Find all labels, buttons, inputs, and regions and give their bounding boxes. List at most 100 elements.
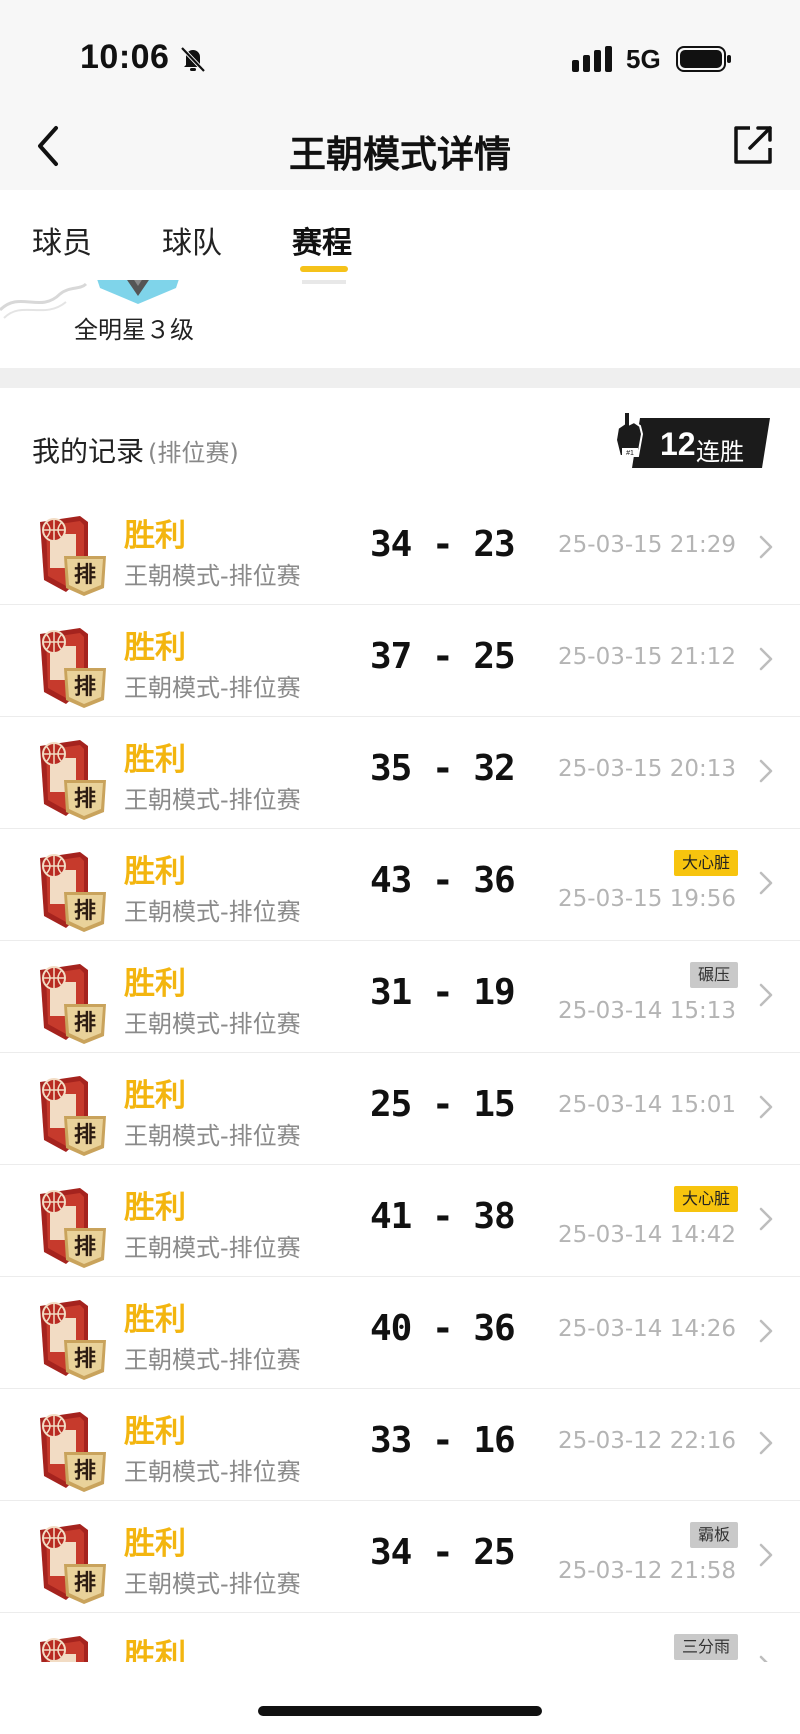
decorative-dots	[302, 280, 346, 284]
match-mode: 王朝模式-排位赛	[124, 674, 301, 702]
svg-text:排: 排	[74, 1571, 96, 1596]
match-mode: 王朝模式-排位赛	[124, 1234, 301, 1262]
ranked-match-icon: 排	[40, 1412, 106, 1492]
tab-bar: 球员 球队 赛程	[0, 190, 800, 280]
battery-icon	[676, 46, 731, 72]
match-result: 胜利	[124, 1078, 186, 1114]
match-score: 33 - 16	[370, 1420, 516, 1461]
match-row[interactable]: 排 胜利 王朝模式-排位赛 40 - 36 25-03-14 14:26	[0, 1276, 800, 1389]
ranked-match-icon: 排	[40, 628, 106, 708]
svg-text:排: 排	[74, 675, 96, 700]
match-mode: 王朝模式-排位赛	[124, 898, 301, 926]
chevron-right-icon	[759, 647, 773, 671]
match-time: 25-03-15 21:12	[558, 644, 736, 670]
svg-text:排: 排	[74, 1347, 96, 1372]
share-icon[interactable]	[730, 122, 776, 168]
ranked-match-icon: 排	[40, 1188, 106, 1268]
home-indicator	[258, 1706, 542, 1716]
match-time: 25-03-14 15:01	[558, 1092, 736, 1118]
status-time: 10:06	[80, 38, 170, 76]
svg-text:排: 排	[74, 1235, 96, 1260]
status-bar: 10:06 5G	[0, 0, 800, 110]
chevron-right-icon	[759, 535, 773, 559]
match-row[interactable]: 排 胜利王朝模式-排位赛 35 - 32 25-03-15 20:13	[0, 716, 800, 829]
match-time: 25-03-15 20:13	[558, 756, 736, 782]
match-score: 40 - 36	[370, 1308, 516, 1349]
match-result: 胜利	[124, 966, 186, 1002]
match-tag: 大心脏	[673, 850, 738, 876]
svg-text:排: 排	[74, 1459, 96, 1484]
match-mode: 王朝模式-排位赛	[124, 1010, 301, 1038]
tab-players[interactable]: 球员	[32, 218, 92, 262]
chevron-right-icon	[759, 983, 773, 1007]
match-result: 胜利	[124, 1638, 186, 1662]
match-time: 25-03-15 21:29	[558, 532, 736, 558]
match-score: 25 - 15	[370, 1084, 516, 1125]
match-score: 35 - 32	[370, 748, 516, 789]
match-tag: 霸板	[689, 1522, 738, 1548]
match-score: 41 - 38	[370, 1196, 516, 1237]
match-row[interactable]: 排 胜利 王朝模式-排位赛 25 - 15 25-03-14 15:01	[0, 1052, 800, 1165]
player-level-label: 全明星３级	[74, 316, 194, 344]
svg-text:排: 排	[74, 787, 96, 812]
record-header: 我的记录 (排位赛) #1 12 连胜	[0, 388, 800, 488]
match-row[interactable]: 排 胜利 王朝模式-排位赛 31 - 19 碾压 25-03-14 15:13	[0, 940, 800, 1053]
svg-text:排: 排	[74, 563, 96, 588]
tab-team[interactable]: 球队	[162, 218, 222, 262]
match-time: 25-03-12 22:16	[558, 1428, 736, 1454]
match-time: 25-03-14 15:13	[558, 998, 736, 1024]
page-title: 王朝模式详情	[289, 133, 511, 176]
record-title: 我的记录 (排位赛)	[32, 430, 239, 470]
chevron-right-icon	[759, 1319, 773, 1343]
match-result: 胜利	[124, 742, 186, 778]
bell-muted-icon	[180, 46, 206, 73]
match-score: 43 - 36	[370, 860, 516, 901]
match-list: 排 胜利 王朝模式-排位赛 34 - 23 25-03-15 21:29 排 胜利 王朝…	[0, 492, 800, 1662]
record-subtitle: (排位赛)	[148, 439, 239, 467]
match-tag: 三分雨	[673, 1634, 738, 1660]
match-score: 34 - 23	[370, 524, 516, 565]
match-row[interactable]: 排 胜利 王朝模式-排位赛 34 - 25 霸板 25-03-12 21:58	[0, 1500, 800, 1613]
match-tag: 碾压	[689, 962, 738, 988]
match-result: 胜利	[124, 854, 186, 890]
ranked-match-icon: 排	[40, 740, 106, 820]
svg-text:排: 排	[74, 1011, 96, 1036]
match-result: 胜利	[124, 1190, 186, 1226]
ranked-match-icon: 排	[40, 1300, 106, 1380]
ranked-match-icon: 排	[40, 852, 106, 932]
match-mode: 王朝模式-排位赛	[124, 786, 301, 814]
chevron-right-icon	[759, 1655, 768, 1662]
chevron-right-icon	[759, 871, 773, 895]
chevron-right-icon	[759, 1431, 773, 1455]
section-divider	[0, 368, 800, 388]
match-row[interactable]: 排 胜利 王朝模式-排位赛 37 - 25 25-03-15 21:12	[0, 604, 800, 717]
streak-number: 12	[660, 426, 696, 462]
ranked-match-icon: 排	[40, 964, 106, 1044]
svg-text:排: 排	[74, 1123, 96, 1148]
network-label: 5G	[626, 44, 661, 74]
chevron-right-icon	[759, 1095, 773, 1119]
match-result: 胜利	[124, 1302, 186, 1338]
match-result: 胜利	[124, 518, 186, 554]
match-score: 37 - 25	[370, 636, 516, 677]
streak-label: 连胜	[696, 438, 744, 466]
match-row[interactable]: 排 胜利 王朝模式-排位赛 43 - 36 大心脏 25-03-15 19:56	[0, 828, 800, 941]
nav-bar: 王朝模式详情	[0, 110, 800, 190]
match-mode: 王朝模式-排位赛	[124, 1570, 301, 1598]
record-title-text: 我的记录	[32, 435, 145, 468]
signal-icon	[572, 46, 612, 72]
match-tag: 大心脏	[673, 1186, 738, 1212]
match-result: 胜利	[124, 1414, 186, 1450]
ranked-match-icon: 排	[40, 1076, 106, 1156]
chevron-right-icon	[759, 1207, 773, 1231]
match-row[interactable]: 排 胜利 王朝模式-排位赛 34 - 23 25-03-15 21:29	[0, 492, 800, 605]
match-row[interactable]: 排 胜利王朝模式-排位赛 33 - 16 25-03-12 22:16	[0, 1388, 800, 1501]
match-time: 25-03-12 21:58	[558, 1558, 736, 1584]
match-row[interactable]: 排 胜利 三分雨	[0, 1612, 800, 1662]
match-mode: 王朝模式-排位赛	[124, 1346, 301, 1374]
tab-schedule[interactable]: 赛程	[292, 218, 352, 262]
svg-text:排: 排	[74, 899, 96, 924]
match-mode: 王朝模式-排位赛	[124, 1458, 301, 1486]
ranked-match-icon: 排	[40, 1636, 88, 1662]
match-row[interactable]: 排 胜利 王朝模式-排位赛 41 - 38 大心脏 25-03-14 14:42	[0, 1164, 800, 1277]
